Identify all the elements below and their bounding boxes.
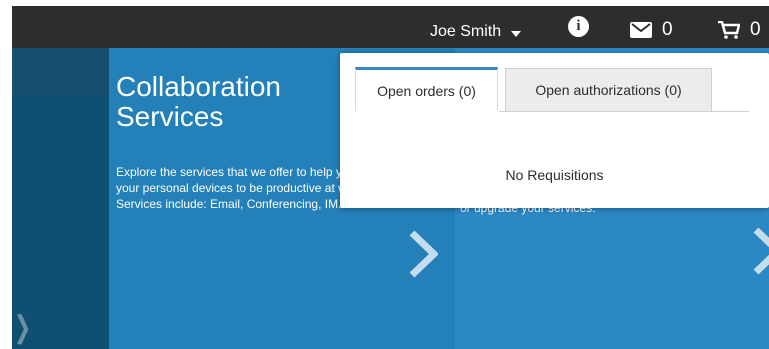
chevron-right-icon: [409, 230, 438, 278]
tab-open-orders[interactable]: Open orders (0): [355, 67, 498, 111]
card-title: Collaboration Services: [116, 72, 281, 132]
orders-popover: Open orders (0) Open authorizations (0) …: [340, 53, 769, 208]
cart-button[interactable]: 0: [718, 19, 761, 41]
messages-button[interactable]: 0: [630, 19, 673, 41]
info-icon[interactable]: i: [568, 16, 589, 37]
messages-count: 0: [662, 19, 673, 40]
cart-count: 0: [750, 19, 761, 40]
previous-card-panel[interactable]: ❯: [12, 96, 109, 349]
user-name: Joe Smith: [430, 23, 502, 40]
envelope-icon: [630, 22, 652, 38]
cart-icon: [718, 21, 740, 39]
tab-open-authorizations[interactable]: Open authorizations (0): [505, 68, 712, 112]
card-title-line-2: Services: [116, 101, 224, 132]
card-next-arrow-2[interactable]: [752, 226, 769, 276]
empty-state-message: No Requisitions: [505, 167, 604, 183]
card-title-line-1: Collaboration: [116, 71, 281, 102]
top-bar: Joe Smith i 0 0: [12, 0, 769, 48]
chevron-down-icon: [511, 30, 522, 37]
chevron-right-icon: [753, 227, 769, 275]
chevron-left-icon[interactable]: ❯: [14, 310, 32, 345]
card-next-arrow[interactable]: [408, 229, 438, 279]
tab-divider: [499, 111, 749, 112]
user-menu[interactable]: Joe Smith: [430, 23, 522, 41]
